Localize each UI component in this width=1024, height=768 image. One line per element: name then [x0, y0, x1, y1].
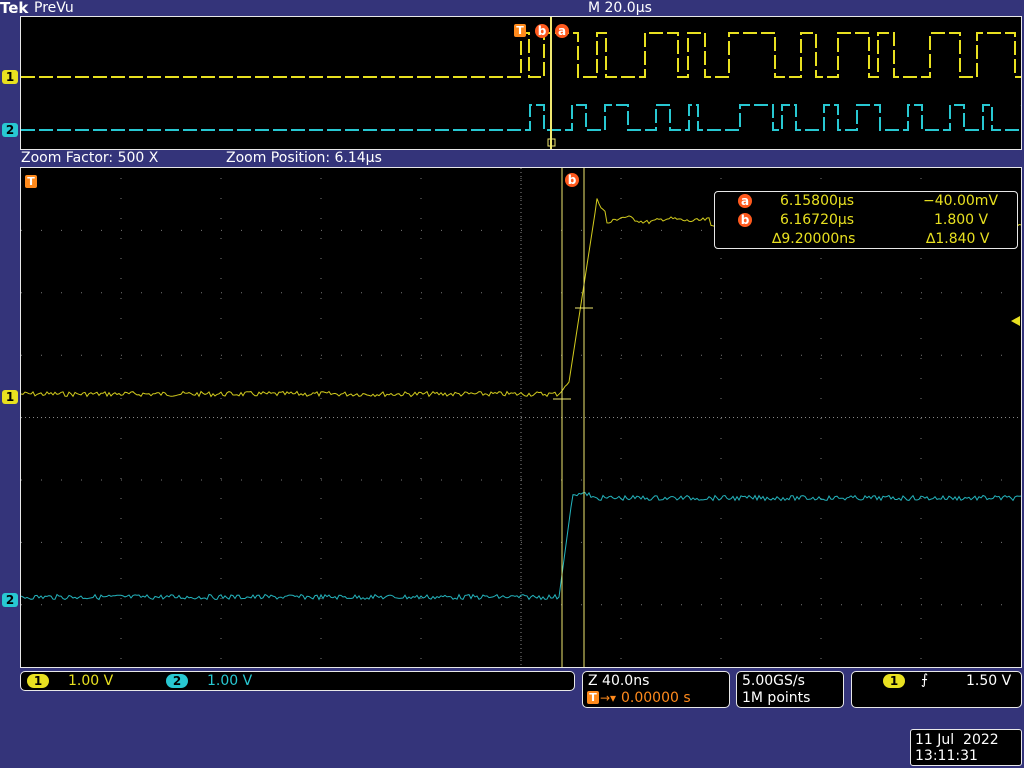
record-length: 1M points [742, 690, 811, 706]
ch1-chip[interactable]: 1 [27, 674, 49, 688]
cursor-a-time: 6.15800µs [780, 193, 855, 209]
timebase-label: M 20.0µs [588, 0, 652, 16]
cursor-delta-time: ∆9.20000ns [772, 231, 856, 247]
ch1-scale[interactable]: 1.00 V [68, 673, 113, 689]
cursor-b-time: 6.16720µs [780, 212, 855, 228]
cursor-b-marker[interactable]: b [565, 173, 579, 187]
overview-cursor-b-marker[interactable]: b [535, 24, 549, 38]
overview-ch2-marker[interactable]: 2 [2, 123, 18, 137]
rising-edge-icon: ⨍ [921, 672, 929, 688]
date-label: 11 Jul 2022 [915, 732, 999, 748]
trigger-level-icon[interactable] [1011, 316, 1020, 326]
trigger-level: 1.50 V [966, 673, 1012, 689]
sample-rate: 5.00GS/s [742, 673, 805, 689]
zoom-scale: Z 40.0ns [588, 673, 650, 689]
brand-label: Tek [0, 0, 29, 17]
overview-ch1-marker[interactable]: 1 [2, 70, 18, 84]
cursor-a-value: −40.00mV [923, 193, 999, 209]
ch2-ground-marker[interactable]: 2 [2, 593, 18, 607]
ch2-scale[interactable]: 1.00 V [207, 673, 252, 689]
ch2-chip[interactable]: 2 [166, 674, 188, 688]
overview-trigger-marker: T [514, 24, 526, 37]
zoom-factor-label: Zoom Factor: 500 X [21, 150, 159, 166]
trigger-position-marker: T [25, 175, 37, 188]
ch1-ground-marker[interactable]: 1 [2, 390, 18, 404]
cursor-delta-value: ∆1.840 V [926, 231, 990, 247]
readout-cursor-b-icon: b [738, 213, 752, 227]
overview-ch2-trace [21, 104, 1021, 131]
cursor-b-value: 1.800 V [934, 212, 989, 228]
zoom-position-label: Zoom Position: 6.14µs [226, 150, 382, 166]
trigger-arrow-icon: →▾ [600, 691, 617, 705]
time-label: 13:11:31 [915, 748, 978, 764]
overview-ch1-trace [21, 32, 1021, 78]
trigger-position-icon: T [587, 691, 599, 704]
readout-cursor-a-icon: a [738, 194, 752, 208]
mode-label: PreVu [34, 0, 74, 16]
overview-cursor-a-marker[interactable]: a [555, 24, 569, 38]
trigger-position-value: 0.00000 s [621, 690, 691, 706]
trigger-source-chip: 1 [883, 674, 905, 688]
